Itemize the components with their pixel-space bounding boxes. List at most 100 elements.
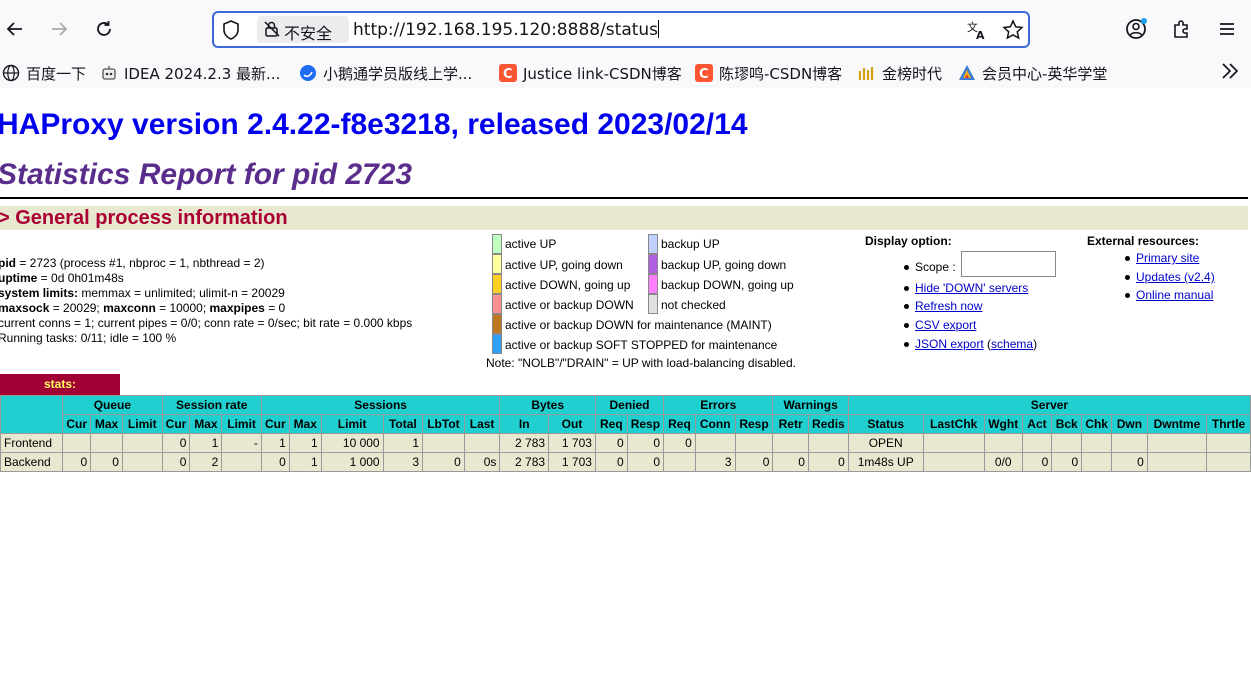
table-cell: 0/0 (983, 452, 1023, 472)
column-header: Out (548, 414, 596, 434)
general-info-header: > General process information (0, 206, 1248, 230)
table-cell: 1m48s UP (847, 452, 924, 472)
bookmarks-overflow-button[interactable] (1220, 60, 1240, 87)
back-button[interactable] (0, 14, 30, 44)
table-cell: 1 703 (548, 452, 596, 472)
table-cell: 0 (772, 452, 809, 472)
translate-icon[interactable]: 文A (966, 19, 988, 46)
uptime-label: uptime (0, 271, 38, 285)
column-header: Max (288, 414, 322, 434)
pid-value: = 2723 (process #1, nbproc = 1, nbthread… (16, 256, 265, 270)
bullet (1125, 256, 1130, 261)
table-cell: 2 (189, 452, 223, 472)
reload-button[interactable] (89, 14, 119, 44)
column-header: Cur (161, 414, 191, 434)
shield-icon[interactable] (222, 20, 240, 45)
stats-proxy-tab[interactable]: stats: (0, 374, 120, 395)
json-export-link[interactable]: JSON export (915, 337, 984, 351)
updates-link[interactable]: Updates (v2.4) (1136, 270, 1215, 284)
double-chevron-right-icon (1222, 63, 1239, 79)
column-header: Conn (694, 414, 736, 434)
column-header: Chk (1081, 414, 1113, 434)
forward-button[interactable] (44, 14, 74, 44)
insecure-badge[interactable]: 不安全 (257, 16, 349, 43)
limits-value: memmax = unlimited; ulimit-n = 20029 (78, 286, 285, 300)
text-caret (658, 20, 660, 38)
bullet (1125, 293, 1130, 298)
group-sessions: Sessions (260, 395, 501, 415)
csdn-icon: C (695, 64, 713, 82)
refresh-link[interactable]: Refresh now (915, 299, 982, 313)
group-session-rate: Session rate (161, 395, 262, 415)
paren-open: ( (983, 337, 992, 351)
table-cell: 1 000 (320, 452, 384, 472)
bookmark-chen[interactable]: C 陈璆鸣-CSDN博客 (695, 62, 842, 84)
table-cell: 0 (1111, 452, 1148, 472)
table-cell: 1 (189, 433, 223, 453)
column-header: Wght (983, 414, 1023, 434)
bookmark-yinghua[interactable]: 会员中心-英华学堂 (958, 62, 1107, 84)
column-header: Dwntme (1146, 414, 1208, 434)
bookmark-xiaoetong[interactable]: 小鹅通学员版线上学... (299, 62, 472, 84)
table-header-corner (0, 395, 64, 434)
csv-export-link[interactable]: CSV export (915, 318, 976, 332)
table-cell: 0 (663, 433, 696, 453)
bookmark-idea[interactable]: IDEA 2024.2.3 最新... (100, 62, 280, 84)
bookmark-label: 百度一下 (26, 64, 87, 83)
star-icon[interactable] (1002, 19, 1024, 46)
bookmark-label: 金榜时代 (882, 64, 943, 83)
divider (0, 197, 1248, 199)
column-header: Limit (320, 414, 384, 434)
extensions-button[interactable] (1167, 14, 1197, 44)
online-manual-link[interactable]: Online manual (1136, 288, 1213, 302)
table-cell: 3 (382, 452, 424, 472)
legend-swatch (492, 314, 502, 334)
scope-input[interactable] (961, 251, 1056, 277)
legend-label: active UP (505, 237, 557, 251)
blue-bird-icon (299, 64, 317, 82)
column-header: Req (663, 414, 696, 434)
bookmark-justice-link[interactable]: C Justice link-CSDN博客 (499, 62, 682, 84)
table-cell: 0 (90, 452, 123, 472)
process-info: pid = 2723 (process #1, nbproc = 1, nbth… (0, 256, 412, 346)
schema-link[interactable]: schema (991, 337, 1033, 351)
url-bar[interactable]: 不安全 http://192.168.195.120:8888/status 文… (212, 11, 1030, 48)
legend-swatch (648, 234, 658, 254)
maxconn-label: maxconn (103, 301, 156, 315)
scope-label: Scope : (915, 260, 956, 274)
bookmark-baidu[interactable]: 百度一下 (2, 62, 86, 84)
menu-button[interactable] (1212, 14, 1242, 44)
table-cell (463, 433, 501, 453)
column-header: Resp (626, 414, 665, 434)
hamburger-icon (1220, 23, 1234, 35)
table-cell: 0s (463, 452, 501, 472)
bookmark-jinbang[interactable]: 金榜时代 (858, 62, 942, 84)
version-title: HAProxy version 2.4.22-f8e3218, released… (0, 108, 748, 141)
table-cell: 1 (260, 433, 290, 453)
table-cell: 0 (1021, 452, 1053, 472)
account-button[interactable] (1122, 14, 1152, 44)
legend-label: backup DOWN, going up (661, 278, 794, 292)
bullet (904, 304, 909, 309)
legend-label: active or backup DOWN (505, 298, 634, 312)
legend-swatch (492, 274, 502, 294)
column-header: Cur (62, 414, 92, 434)
row-name[interactable]: Frontend (0, 433, 64, 453)
bullet (904, 342, 909, 347)
legend-label: active UP, going down (505, 258, 623, 272)
row-name[interactable]: Backend (0, 452, 64, 472)
primary-site-link[interactable]: Primary site (1136, 251, 1199, 265)
bullet (904, 286, 909, 291)
puzzle-icon (1174, 20, 1188, 38)
table-cell: 0 (594, 433, 628, 453)
url-text[interactable]: http://192.168.195.120:8888/status (353, 20, 660, 40)
column-header: Retr (772, 414, 809, 434)
table-cell: 0 (62, 452, 92, 472)
hide-down-link[interactable]: Hide 'DOWN' servers (915, 281, 1028, 295)
legend-label: backup UP (661, 237, 720, 251)
table-cell: 0 (161, 433, 191, 453)
table-cell: - (221, 433, 262, 453)
paren-close: ) (1033, 337, 1038, 351)
column-header: Limit (121, 414, 163, 434)
column-header: Limit (221, 414, 262, 434)
